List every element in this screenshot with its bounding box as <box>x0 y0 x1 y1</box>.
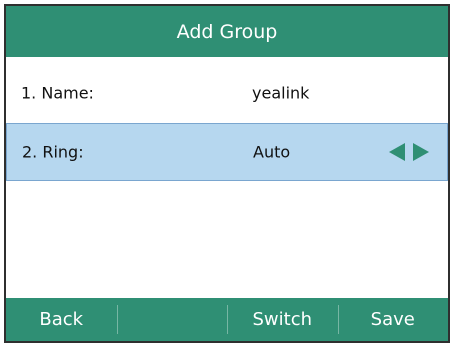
name-label: 1. Name: <box>21 83 94 103</box>
save-softkey[interactable]: Save <box>337 298 449 341</box>
ring-value[interactable]: Auto <box>253 143 290 162</box>
title-bar: Add Group <box>6 6 448 57</box>
page-title: Add Group <box>176 20 278 43</box>
name-value[interactable]: yealink <box>252 84 309 103</box>
ring-label: 2. Ring: <box>22 142 84 162</box>
ring-selector-arrows[interactable] <box>389 143 429 161</box>
switch-softkey[interactable]: Switch <box>227 298 338 341</box>
phone-screen: Add Group 1. Name: yealink 2. Ring: Auto… <box>4 4 450 343</box>
triangle-left-icon[interactable] <box>389 143 405 161</box>
empty-softkey[interactable] <box>116 298 228 341</box>
name-row[interactable]: 1. Name: yealink <box>6 64 448 122</box>
back-softkey[interactable]: Back <box>6 298 117 341</box>
triangle-right-icon[interactable] <box>413 143 429 161</box>
ring-row[interactable]: 2. Ring: Auto <box>6 123 448 181</box>
softkey-bar: Back Switch Save <box>6 298 448 341</box>
